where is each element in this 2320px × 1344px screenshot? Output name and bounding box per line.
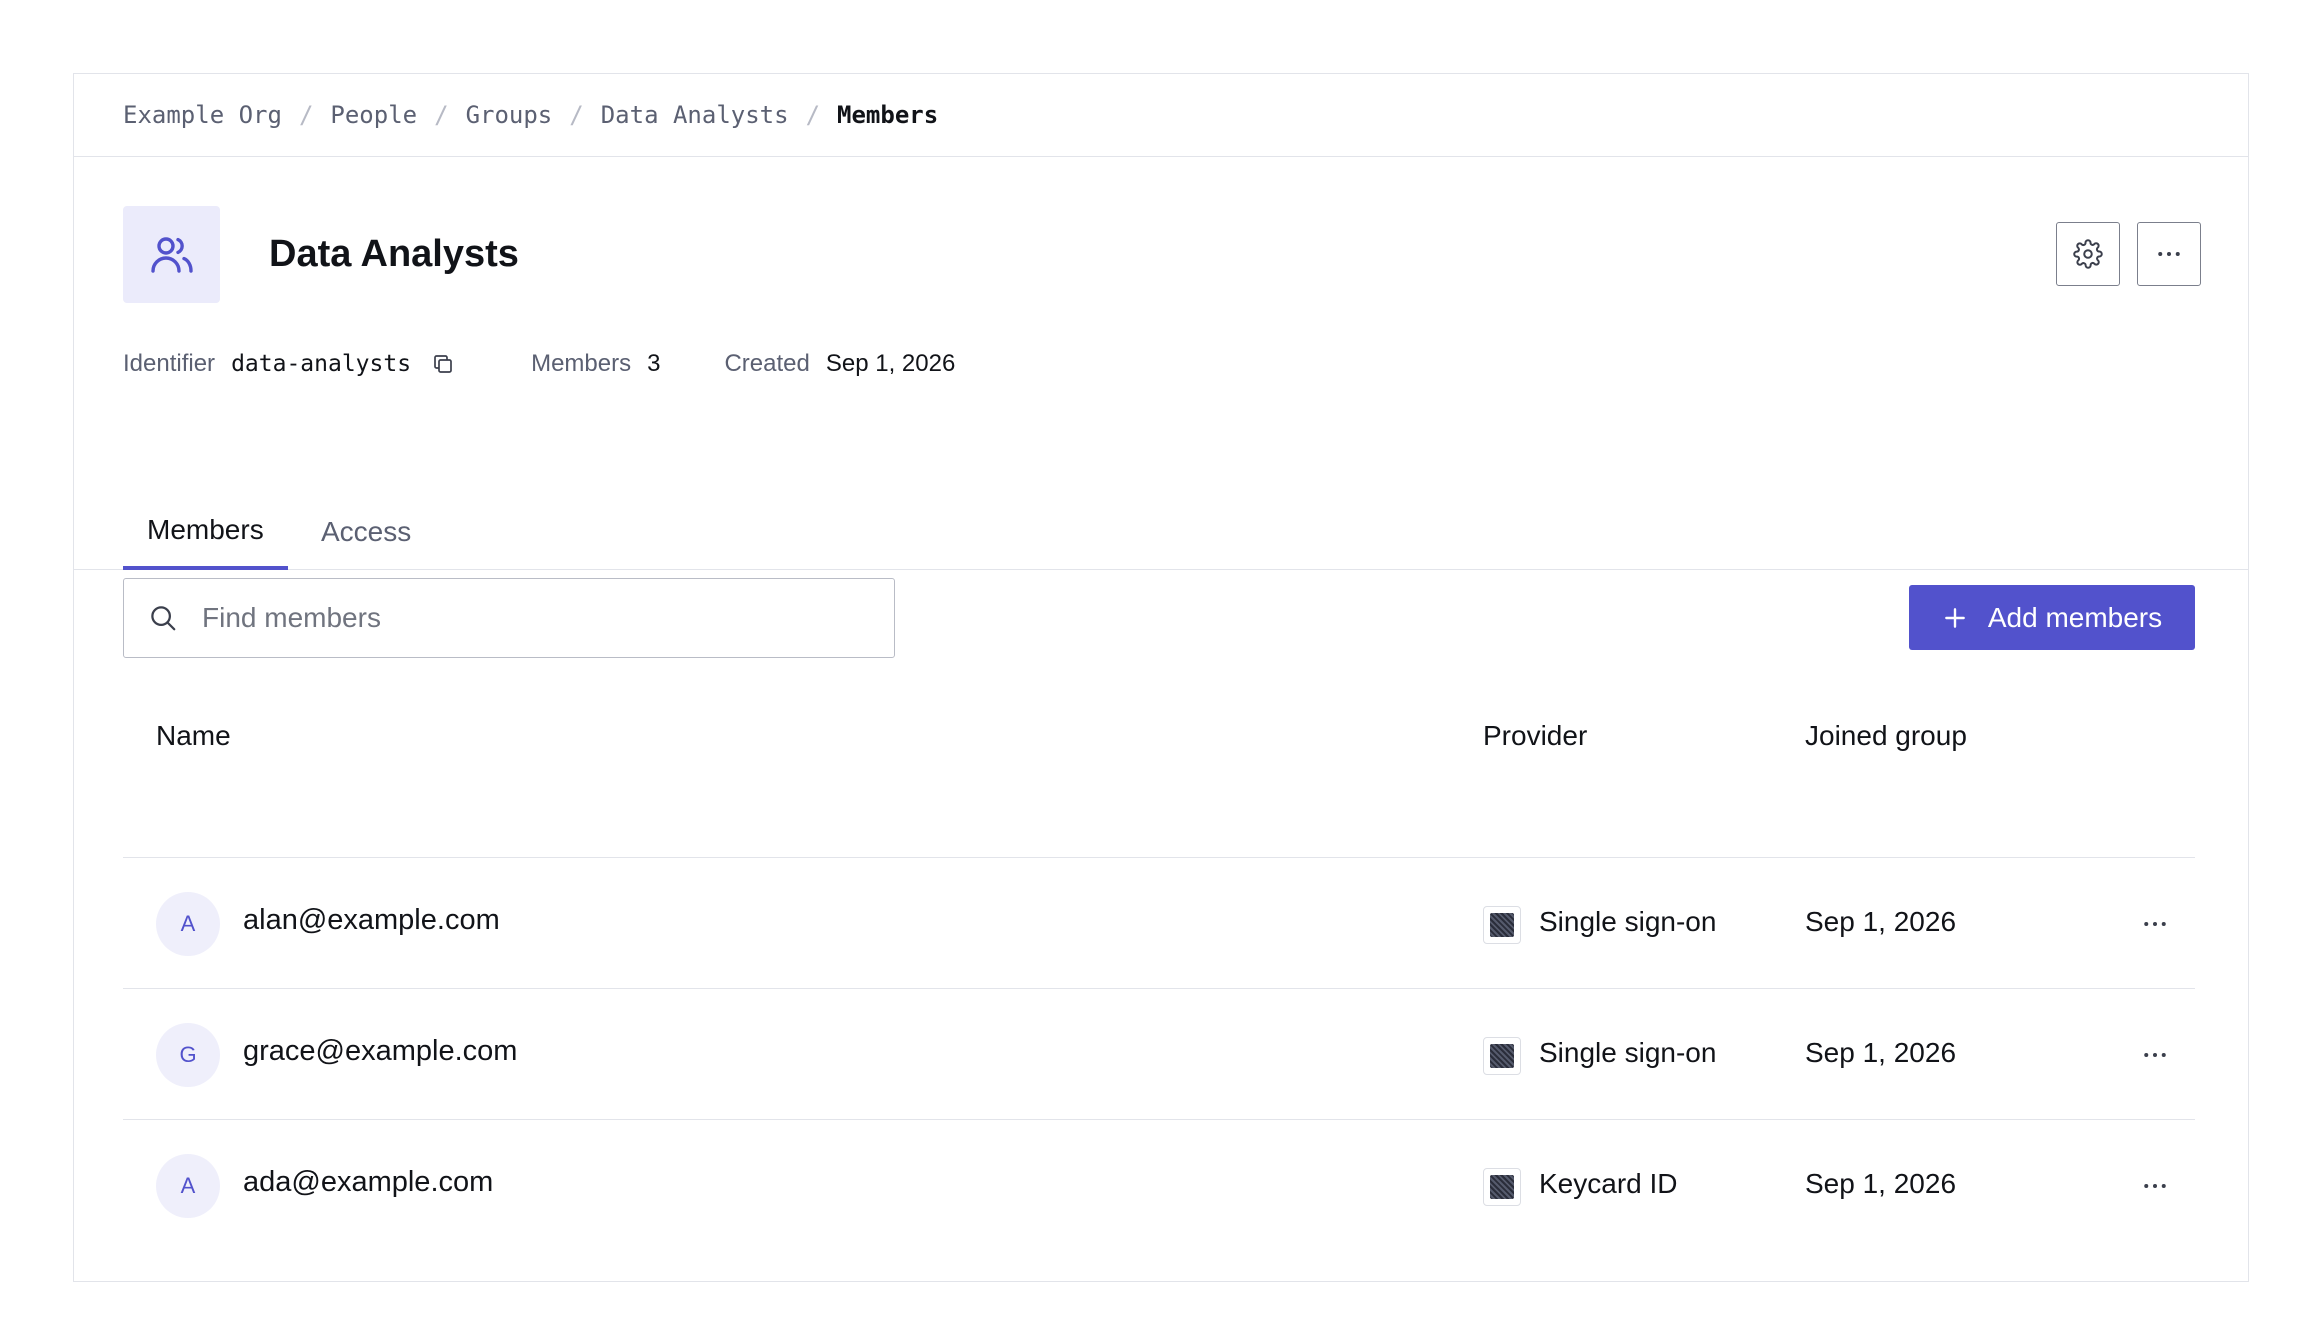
avatar: A (156, 892, 220, 956)
breadcrumb-item-people[interactable]: People (330, 101, 417, 129)
breadcrumb-separator: / (298, 101, 314, 129)
group-meta: Identifier data-analysts Members 3 Creat… (123, 344, 955, 384)
joined-date: Sep 1, 2026 (1805, 1037, 1957, 1068)
members-count-value: 3 (647, 350, 661, 377)
column-header-provider[interactable]: Provider (1483, 720, 1587, 752)
breadcrumb-item-group[interactable]: Data Analysts (601, 101, 789, 129)
identifier-value: data-analysts (231, 351, 412, 377)
table-header: Name Provider Joined group (123, 704, 2195, 858)
members-count-label: Members (531, 350, 632, 377)
member-email: alan@example.com (243, 904, 500, 936)
member-email: grace@example.com (243, 1035, 518, 1067)
tab-members[interactable]: Members (123, 494, 288, 570)
avatar: G (156, 1023, 220, 1087)
tab-access[interactable]: Access (297, 494, 435, 570)
settings-button[interactable] (2056, 222, 2120, 286)
users-icon (150, 236, 193, 273)
group-avatar (123, 206, 220, 303)
identifier-label: Identifier (123, 350, 216, 377)
row-actions-button[interactable] (2131, 1033, 2179, 1077)
breadcrumb-item-groups[interactable]: Groups (466, 101, 553, 129)
search-input[interactable] (202, 602, 842, 634)
tab-bar: Members Access (74, 494, 2248, 570)
created-label: Created (724, 350, 810, 377)
breadcrumb: Example Org / People / Groups / Data Ana… (74, 74, 2248, 157)
provider-icon (1483, 1168, 1521, 1206)
members-table: Name Provider Joined group A alan@exampl… (123, 704, 2195, 1251)
breadcrumb-separator: / (434, 101, 449, 129)
provider-label: Keycard ID (1539, 1168, 1678, 1199)
column-header-name[interactable]: Name (156, 720, 231, 752)
search-icon (151, 606, 176, 631)
more-horizontal-icon (2144, 1184, 2166, 1188)
column-header-joined[interactable]: Joined group (1805, 720, 1967, 752)
search-field[interactable] (123, 578, 895, 658)
avatar: A (156, 1154, 220, 1218)
breadcrumb-separator: / (805, 101, 821, 129)
row-actions-button[interactable] (2131, 902, 2179, 946)
table-row[interactable]: G grace@example.com Single sign-on Sep 1… (123, 989, 2195, 1120)
table-row[interactable]: A ada@example.com Keycard ID Sep 1, 2026 (123, 1120, 2195, 1251)
breadcrumb-item-org[interactable]: Example Org (123, 101, 282, 129)
created-value: Sep 1, 2026 (825, 350, 956, 377)
copy-icon[interactable] (431, 352, 455, 376)
joined-date: Sep 1, 2026 (1805, 906, 1957, 937)
add-members-button[interactable]: Add members (1909, 585, 2195, 650)
more-horizontal-icon (2144, 922, 2166, 926)
group-panel: Example Org / People / Groups / Data Ana… (73, 73, 2249, 1282)
provider-icon (1483, 1037, 1521, 1075)
more-horizontal-icon (2144, 1053, 2166, 1057)
provider-label: Single sign-on (1539, 1037, 1717, 1068)
provider-label: Single sign-on (1539, 906, 1717, 937)
page-title: Data Analysts (269, 233, 519, 275)
breadcrumb-separator: / (569, 101, 584, 129)
more-horizontal-icon (2158, 252, 2180, 256)
plus-icon (1942, 605, 1968, 631)
table-row[interactable]: A alan@example.com Single sign-on Sep 1,… (123, 858, 2195, 989)
member-email: ada@example.com (243, 1166, 494, 1198)
more-options-button[interactable] (2137, 222, 2201, 286)
add-members-label: Add members (1987, 601, 2163, 633)
row-actions-button[interactable] (2131, 1164, 2179, 1208)
provider-icon (1483, 906, 1521, 944)
gear-icon (2073, 239, 2103, 269)
joined-date: Sep 1, 2026 (1805, 1168, 1957, 1199)
breadcrumb-current: Members (837, 101, 939, 129)
